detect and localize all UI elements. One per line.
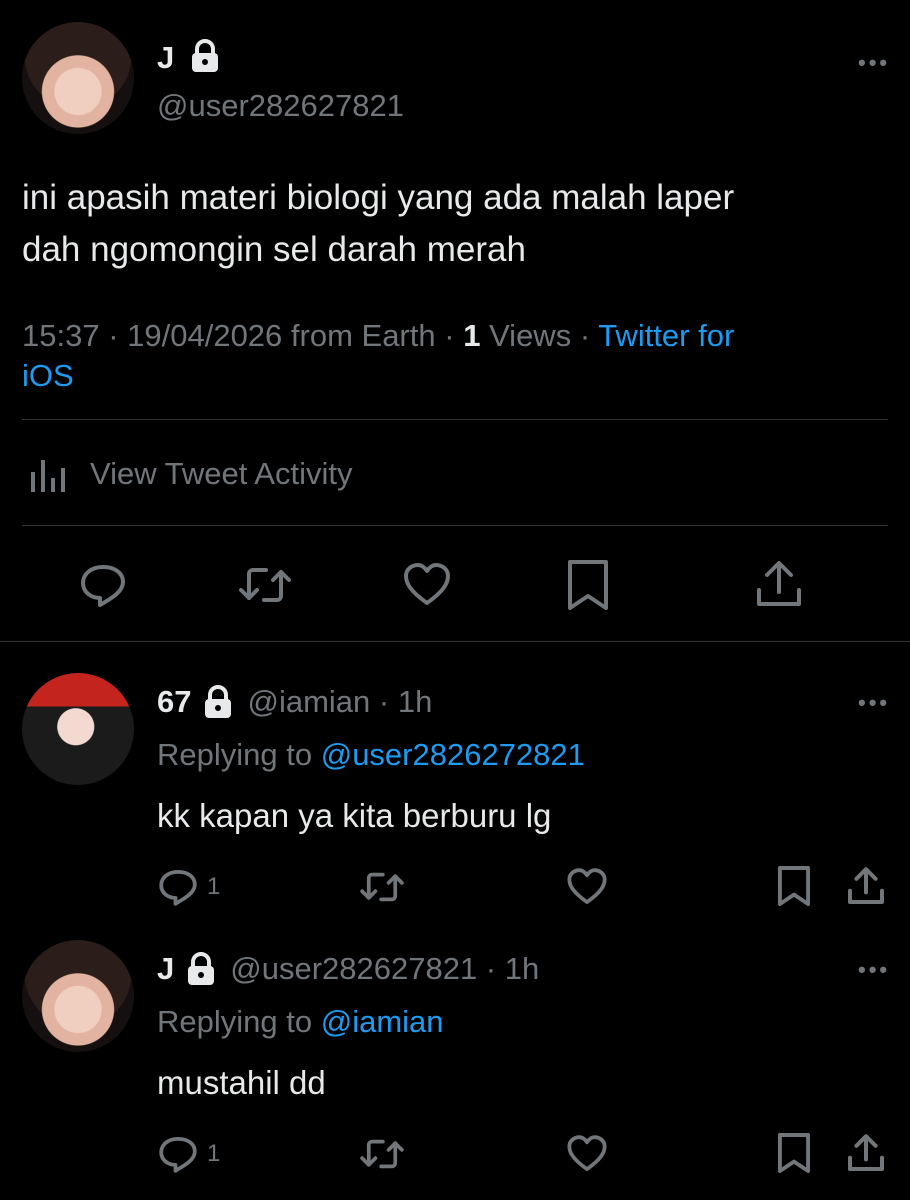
views-count: 1 (463, 318, 481, 353)
author-name[interactable]: 67 (157, 684, 191, 720)
reply-text: kk kapan ya kita berburu lg (157, 797, 552, 834)
reply-action[interactable]: 1 (157, 1133, 220, 1175)
author-name[interactable]: J (157, 40, 174, 76)
view-activity-label: View Tweet Activity (90, 456, 353, 491)
more-icon[interactable]: ••• (858, 690, 890, 716)
divider (22, 525, 888, 526)
avatar[interactable] (22, 22, 134, 134)
more-icon[interactable]: ••• (858, 50, 890, 76)
bookmark-icon[interactable] (776, 864, 812, 908)
divider (22, 419, 888, 420)
replying-prefix: Replying to (157, 737, 313, 772)
bar-chart-icon (28, 454, 72, 494)
heart-icon[interactable] (402, 560, 452, 610)
tweet-meta: 15:37 · 19/04/2026 from Earth · 1 Views … (22, 316, 892, 396)
tweet-date[interactable]: 19/04/2026 from Earth (127, 318, 435, 353)
replying-prefix: Replying to (157, 1004, 313, 1039)
author-handle-time[interactable]: @iamian · 1h (247, 684, 432, 720)
tweet-time[interactable]: 15:37 (22, 318, 100, 353)
retweet-icon[interactable] (358, 1133, 406, 1175)
tweet-source-cont[interactable]: iOS (22, 356, 892, 396)
lock-icon (188, 38, 222, 74)
author-name[interactable]: J (157, 951, 174, 987)
avatar[interactable] (22, 673, 134, 785)
retweet-icon[interactable] (236, 560, 294, 610)
reply-header: J @user282627821 · 1h (157, 951, 539, 987)
replying-handle[interactable]: @iamian (321, 1004, 444, 1039)
reply-count: 1 (207, 1140, 221, 1167)
replying-to: Replying to @user2826272821 (157, 737, 585, 773)
tweet-text-line: ini apasih materi biologi yang ada malah… (22, 178, 735, 217)
tweet-source[interactable]: Twitter for (598, 318, 734, 353)
views-label: Views (489, 318, 572, 353)
heart-icon[interactable] (566, 1133, 608, 1175)
reply-action[interactable]: 1 (157, 866, 220, 908)
reply-text: mustahil dd (157, 1064, 326, 1101)
more-icon[interactable]: ••• (858, 957, 890, 983)
reply-header: 67 @iamian · 1h (157, 684, 432, 720)
reply-icon (157, 1133, 199, 1175)
author-handle-time[interactable]: @user282627821 · 1h (230, 951, 539, 987)
share-icon[interactable] (846, 864, 886, 908)
reply-icon[interactable] (78, 560, 128, 610)
avatar[interactable] (22, 940, 134, 1052)
retweet-icon[interactable] (358, 866, 406, 908)
bookmark-icon[interactable] (776, 1131, 812, 1175)
author-handle[interactable]: @user282627821 (157, 88, 404, 124)
replying-handle[interactable]: @user2826272821 (321, 737, 585, 772)
reply-count: 1 (207, 873, 221, 900)
tweet-text: ini apasih materi biologi yang ada malah… (22, 172, 734, 276)
lock-icon (184, 951, 218, 987)
share-icon[interactable] (846, 1131, 886, 1175)
bookmark-icon[interactable] (565, 558, 611, 612)
reply-icon (157, 866, 199, 908)
replying-to: Replying to @iamian (157, 1004, 444, 1040)
tweet-text-line: dah ngomongin sel darah merah (22, 230, 526, 269)
lock-icon (201, 684, 235, 720)
divider (0, 641, 910, 642)
share-icon[interactable] (754, 558, 804, 610)
view-activity-button[interactable]: View Tweet Activity (28, 452, 352, 496)
heart-icon[interactable] (566, 866, 608, 908)
